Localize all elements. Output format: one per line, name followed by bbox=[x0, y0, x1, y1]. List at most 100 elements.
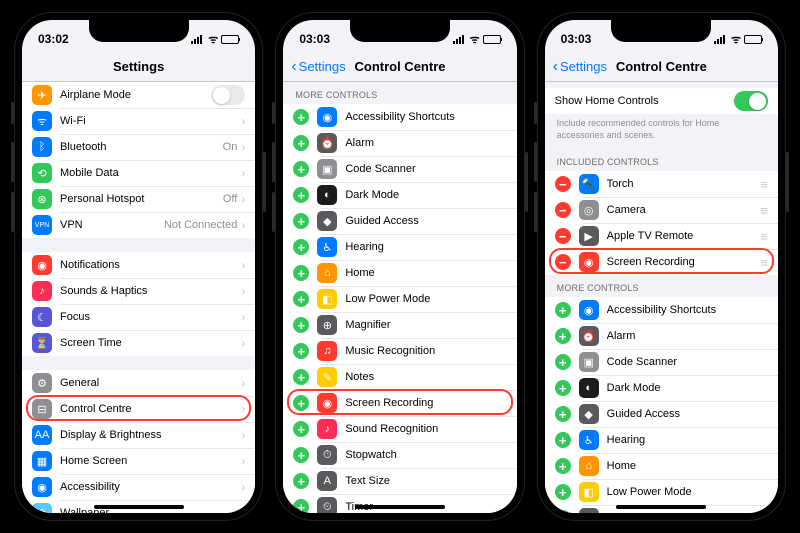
list-row[interactable]: +♫Music Recognition bbox=[283, 338, 516, 364]
drag-handle-icon[interactable]: ≡ bbox=[760, 255, 768, 270]
add-button[interactable]: + bbox=[293, 317, 309, 333]
row-label: Home bbox=[607, 460, 768, 472]
list-row[interactable]: ᛒBluetoothOn› bbox=[22, 134, 255, 160]
add-button[interactable]: + bbox=[555, 406, 571, 422]
add-button[interactable]: + bbox=[293, 291, 309, 307]
status-time: 03:02 bbox=[38, 32, 69, 46]
add-button[interactable]: + bbox=[293, 473, 309, 489]
list-row[interactable]: ⏳Screen Time› bbox=[22, 330, 255, 356]
back-button[interactable]: ‹Settings bbox=[291, 58, 345, 76]
toggle-show-home[interactable] bbox=[734, 91, 768, 111]
list-row[interactable]: +⏰Alarm bbox=[545, 323, 778, 349]
list-row[interactable]: ⟲Mobile Data› bbox=[22, 160, 255, 186]
drag-handle-icon[interactable]: ≡ bbox=[760, 229, 768, 244]
list-row[interactable]: −◉Screen Recording≡ bbox=[545, 249, 778, 275]
add-button[interactable]: + bbox=[293, 135, 309, 151]
add-button[interactable]: + bbox=[555, 484, 571, 500]
list-row[interactable]: +◉Screen Recording bbox=[283, 390, 516, 416]
row-label: Mobile Data bbox=[60, 167, 241, 179]
list-row[interactable]: ◉Accessibility› bbox=[22, 474, 255, 500]
row-show-home-controls[interactable]: Show Home Controls bbox=[545, 88, 778, 114]
list-row[interactable]: +◆Guided Access bbox=[283, 208, 516, 234]
row-label: Screen Time bbox=[60, 337, 241, 349]
list-row[interactable]: +◐Dark Mode bbox=[545, 375, 778, 401]
status-time: 03:03 bbox=[561, 32, 592, 46]
add-button[interactable]: + bbox=[555, 458, 571, 474]
add-button[interactable]: + bbox=[293, 499, 309, 513]
add-button[interactable]: + bbox=[293, 187, 309, 203]
list-row[interactable]: VPNVPNNot Connected› bbox=[22, 212, 255, 238]
more-controls-list[interactable]: MORE CONTROLS +◉Accessibility Shortcuts+… bbox=[283, 82, 516, 513]
list-row[interactable]: ⊛Personal HotspotOff› bbox=[22, 186, 255, 212]
list-row[interactable]: ♪Sounds & Haptics› bbox=[22, 278, 255, 304]
list-row[interactable]: +◐Dark Mode bbox=[283, 182, 516, 208]
list-row[interactable]: −🔦Torch≡ bbox=[545, 171, 778, 197]
list-row[interactable]: ◉Notifications› bbox=[22, 252, 255, 278]
add-button[interactable]: + bbox=[293, 161, 309, 177]
add-button[interactable]: + bbox=[293, 343, 309, 359]
list-row[interactable]: +▣Code Scanner bbox=[283, 156, 516, 182]
back-label: Settings bbox=[299, 59, 346, 74]
list-row[interactable]: −▶Apple TV Remote≡ bbox=[545, 223, 778, 249]
list-row[interactable]: +⌂Home bbox=[545, 453, 778, 479]
add-button[interactable]: + bbox=[293, 109, 309, 125]
back-button[interactable]: ‹Settings bbox=[553, 58, 607, 76]
app-icon: ᯤ bbox=[32, 111, 52, 131]
list-row[interactable]: ᯤWi-Fi› bbox=[22, 108, 255, 134]
list-row[interactable]: +⏱Stopwatch bbox=[283, 442, 516, 468]
list-row[interactable]: +◧Low Power Mode bbox=[283, 286, 516, 312]
control-centre-list[interactable]: Show Home Controls Include recommended c… bbox=[545, 82, 778, 513]
list-row[interactable]: +◆Guided Access bbox=[545, 401, 778, 427]
list-row[interactable]: +⌂Home bbox=[283, 260, 516, 286]
list-row[interactable]: +⏲Timer bbox=[283, 494, 516, 513]
home-indicator[interactable] bbox=[94, 505, 184, 509]
list-row[interactable]: +♪Sound Recognition bbox=[283, 416, 516, 442]
add-button[interactable]: + bbox=[293, 239, 309, 255]
list-row[interactable]: +♿︎Hearing bbox=[283, 234, 516, 260]
row-label: Music Recognition bbox=[345, 345, 506, 357]
add-button[interactable]: + bbox=[555, 432, 571, 448]
list-row[interactable]: ▦Home Screen› bbox=[22, 448, 255, 474]
add-button[interactable]: + bbox=[293, 213, 309, 229]
add-button[interactable]: + bbox=[555, 302, 571, 318]
list-row[interactable]: +⊕Magnifier bbox=[283, 312, 516, 338]
drag-handle-icon[interactable]: ≡ bbox=[760, 177, 768, 192]
remove-button[interactable]: − bbox=[555, 254, 571, 270]
row-label: Show Home Controls bbox=[555, 95, 734, 107]
settings-list[interactable]: ✈︎Airplane ModeᯤWi-Fi›ᛒBluetoothOn›⟲Mobi… bbox=[22, 82, 255, 513]
row-label: Low Power Mode bbox=[607, 486, 768, 498]
add-button[interactable]: + bbox=[555, 510, 571, 513]
list-row[interactable]: +◧Low Power Mode bbox=[545, 479, 778, 505]
row-label: Camera bbox=[607, 204, 761, 216]
list-row[interactable]: ✈︎Airplane Mode bbox=[22, 82, 255, 108]
row-label: Alarm bbox=[345, 137, 506, 149]
list-row[interactable]: +▣Code Scanner bbox=[545, 349, 778, 375]
drag-handle-icon[interactable]: ≡ bbox=[760, 203, 768, 218]
list-row[interactable]: AADisplay & Brightness› bbox=[22, 422, 255, 448]
add-button[interactable]: + bbox=[293, 369, 309, 385]
add-button[interactable]: + bbox=[293, 265, 309, 281]
toggle[interactable] bbox=[211, 85, 245, 105]
list-row[interactable]: +♿︎Hearing bbox=[545, 427, 778, 453]
add-button[interactable]: + bbox=[293, 447, 309, 463]
remove-button[interactable]: − bbox=[555, 176, 571, 192]
home-indicator[interactable] bbox=[616, 505, 706, 509]
list-row[interactable]: ⊟Control Centre› bbox=[22, 396, 255, 422]
list-row[interactable]: ☾Focus› bbox=[22, 304, 255, 330]
list-row[interactable]: +◉Accessibility Shortcuts bbox=[545, 297, 778, 323]
add-button[interactable]: + bbox=[293, 395, 309, 411]
list-row[interactable]: +◉Accessibility Shortcuts bbox=[283, 104, 516, 130]
remove-button[interactable]: − bbox=[555, 202, 571, 218]
list-row[interactable]: +⏰Alarm bbox=[283, 130, 516, 156]
add-button[interactable]: + bbox=[293, 421, 309, 437]
remove-button[interactable]: − bbox=[555, 228, 571, 244]
add-button[interactable]: + bbox=[555, 380, 571, 396]
add-button[interactable]: + bbox=[555, 328, 571, 344]
row-label: Focus bbox=[60, 311, 241, 323]
list-row[interactable]: ⚙︎General› bbox=[22, 370, 255, 396]
list-row[interactable]: −◎Camera≡ bbox=[545, 197, 778, 223]
add-button[interactable]: + bbox=[555, 354, 571, 370]
list-row[interactable]: +✎Notes bbox=[283, 364, 516, 390]
list-row[interactable]: +AText Size bbox=[283, 468, 516, 494]
home-indicator[interactable] bbox=[355, 505, 445, 509]
